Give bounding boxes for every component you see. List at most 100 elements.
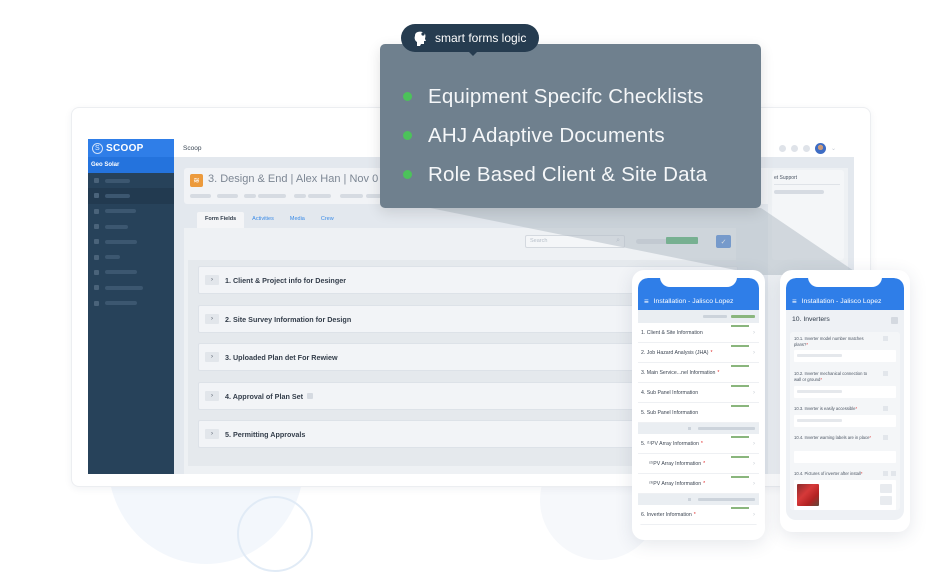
nav-icon xyxy=(94,300,99,306)
hamburger-menu-icon[interactable]: ≡ xyxy=(792,297,797,306)
question-text: 10.1. Inverter model number matches plan… xyxy=(794,336,864,347)
progress-bar xyxy=(731,345,749,347)
chevron-right-icon: › xyxy=(753,390,755,396)
list-item[interactable]: 3. Main Service...nel Information * xyxy=(638,363,759,383)
section-label: 2. Site Survey Information for Design xyxy=(225,314,352,324)
required-mark: * xyxy=(703,480,706,487)
phone-header: ≡ Installation - Jalisco Lopez xyxy=(786,278,904,310)
chevron-right-icon[interactable]: › xyxy=(205,391,219,401)
list-item-label: 5. ⁽¹⁾PV Array Information xyxy=(641,440,699,447)
section-checkbox[interactable] xyxy=(891,317,898,324)
list-item-label: 6. Inverter Information xyxy=(641,511,692,518)
nav-icon xyxy=(94,269,99,275)
question-checkbox[interactable] xyxy=(891,471,896,476)
answer-field[interactable] xyxy=(794,451,896,463)
bullet-icon xyxy=(403,92,412,101)
sidebar-item[interactable] xyxy=(88,188,174,204)
smart-forms-tooltip: Equipment Specifc Checklists AHJ Adaptiv… xyxy=(380,44,761,208)
chevron-right-icon[interactable]: › xyxy=(205,275,219,285)
sidebar-item[interactable] xyxy=(88,249,174,264)
section-label: 4. Approval of Plan Set xyxy=(225,391,304,401)
required-mark: * xyxy=(820,376,822,382)
chevron-right-icon[interactable]: › xyxy=(205,429,219,439)
list-item[interactable]: 1. Client & Site Information › xyxy=(638,323,759,343)
list-item[interactable]: 2. Job Hazard Analysis (JHA) * › xyxy=(638,343,759,363)
question-checkbox[interactable] xyxy=(883,336,888,341)
tab-form-fields[interactable]: Form Fields xyxy=(197,212,245,228)
question-checkbox[interactable] xyxy=(883,371,888,376)
list-item[interactable]: 5. ⁽¹⁾PV Array Information * › xyxy=(638,434,759,454)
chevron-down-icon[interactable]: ⌄ xyxy=(831,145,836,152)
list-item-label: 2. Job Hazard Analysis (JHA) xyxy=(641,349,709,356)
feature-list: Equipment Specifc Checklists AHJ Adaptiv… xyxy=(403,77,707,194)
checkmark-icon: ✓ xyxy=(720,238,727,246)
status-checkbox[interactable] xyxy=(307,393,314,399)
chevron-right-icon[interactable]: › xyxy=(205,352,219,362)
progress-bar xyxy=(731,476,749,478)
progress-subbar xyxy=(638,310,759,323)
sidebar-item[interactable] xyxy=(88,219,174,234)
answer-placeholder xyxy=(797,354,842,357)
action-dot-icon[interactable] xyxy=(802,145,810,152)
brand-logo[interactable]: S SCOOP xyxy=(88,139,174,157)
chevron-right-icon[interactable]: › xyxy=(205,314,219,324)
question-text: 10.3. Inverter is easily accessible xyxy=(794,406,856,411)
question-checkbox[interactable] xyxy=(883,435,888,440)
list-item[interactable]: 5. Sub Panel Information xyxy=(638,403,759,423)
feature-item: Equipment Specifc Checklists xyxy=(403,77,707,116)
answer-field[interactable] xyxy=(794,350,896,362)
photo-action-button[interactable] xyxy=(880,496,892,505)
org-name[interactable]: Geo Solar xyxy=(88,157,174,173)
sidebar-item-label xyxy=(105,239,137,244)
required-mark: * xyxy=(717,369,720,376)
user-avatar[interactable] xyxy=(814,143,826,154)
tab-crew[interactable]: Crew xyxy=(313,212,342,228)
nav-icon xyxy=(94,208,99,214)
progress-bar xyxy=(731,405,749,407)
divider xyxy=(774,184,840,185)
phone-mockup-job-list: ≡ Installation - Jalisco Lopez 1. Client… xyxy=(632,270,765,540)
answer-placeholder xyxy=(797,419,842,422)
tab-activities[interactable]: Activities xyxy=(244,212,282,228)
sidebar-item[interactable] xyxy=(88,204,174,219)
phone-screen: ≡ Installation - Jalisco Lopez 1. Client… xyxy=(638,278,759,528)
required-mark: * xyxy=(710,349,713,356)
progress-bar xyxy=(731,365,749,367)
page-title: 3. Design & End | Alex Han | Nov 0 xyxy=(208,173,379,185)
scoop-logo-icon: S xyxy=(92,142,103,154)
progress-bar xyxy=(731,436,749,438)
inverter-photo[interactable] xyxy=(797,484,819,506)
feature-label: Role Based Client & Site Data xyxy=(428,162,708,186)
list-item[interactable]: ⁽³⁾PV Array Information * › xyxy=(638,474,759,494)
search-input[interactable]: Search ⌕ xyxy=(525,235,625,248)
list-item[interactable]: 4. Sub Panel Information › xyxy=(638,383,759,403)
action-dot-icon[interactable] xyxy=(778,145,786,152)
answer-field[interactable] xyxy=(794,386,896,398)
nav-icon xyxy=(94,193,99,199)
text-placeholder xyxy=(774,190,824,194)
list-group-divider xyxy=(638,423,759,434)
sidebar-item[interactable] xyxy=(88,280,174,295)
sidebar-item[interactable] xyxy=(88,265,174,280)
search-icon: ⌕ xyxy=(616,237,620,244)
question-card: 10.1. Inverter model number matches plan… xyxy=(790,332,900,510)
nav-icon xyxy=(94,254,99,260)
list-item[interactable]: ⁽²⁾PV Array Information * › xyxy=(638,454,759,474)
list-item[interactable]: 6. Inverter Information * › xyxy=(638,505,759,525)
photo-field[interactable] xyxy=(794,480,896,510)
phone-title-text: Installation - Jalisco Lopez xyxy=(801,298,882,305)
complete-button[interactable]: ✓ xyxy=(716,235,731,248)
action-dot-icon[interactable] xyxy=(790,145,798,152)
sidebar-item[interactable] xyxy=(88,295,174,310)
group-label-placeholder xyxy=(698,498,755,501)
nav-icon xyxy=(94,285,99,291)
sidebar-item[interactable] xyxy=(88,234,174,249)
answer-field[interactable] xyxy=(794,415,896,427)
tab-media[interactable]: Media xyxy=(282,212,313,228)
photo-action-button[interactable] xyxy=(880,484,892,493)
sidebar-item[interactable] xyxy=(88,173,174,188)
hamburger-menu-icon[interactable]: ≡ xyxy=(644,297,649,306)
question-checkbox[interactable] xyxy=(883,471,888,476)
phone-title: ≡ Installation - Jalisco Lopez xyxy=(644,297,733,306)
question-checkbox[interactable] xyxy=(883,406,888,411)
